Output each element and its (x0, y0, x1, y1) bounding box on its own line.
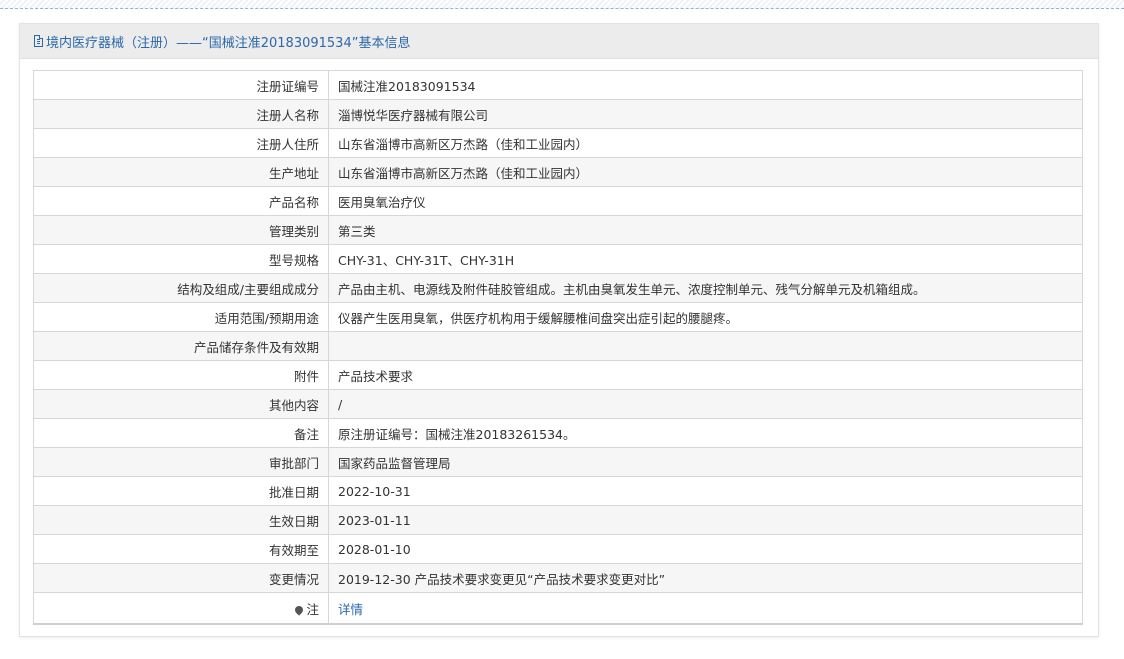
field-value: 仪器产生医用臭氧，供医疗机构用于缓解腰椎间盘突出症引起的腰腿疼。 (328, 302, 1083, 332)
field-value: 2019-12-30 产品技术要求变更见“产品技术要求变更对比” (328, 563, 1083, 593)
table-row: 生产地址 山东省淄博市高新区万杰路（佳和工业园内） (33, 157, 1083, 187)
field-value: 国家药品监督管理局 (328, 447, 1083, 477)
table-row: 其他内容 / (33, 389, 1083, 419)
field-label: 生效日期 (33, 505, 329, 535)
panel-header: 境内医疗器械（注册）——“国械注准20183091534”基本信息 (20, 24, 1098, 59)
table-row: 备注 原注册证编号：国械注准20183261534。 (33, 418, 1083, 448)
table-row: 型号规格 CHY-31、CHY-31T、CHY-31H (33, 244, 1083, 274)
table-row: 审批部门 国家药品监督管理局 (33, 447, 1083, 477)
table-row: 有效期至 2028-01-10 (33, 534, 1083, 564)
map-marker-icon (293, 604, 306, 616)
table-row: 结构及组成/主要组成成分 产品由主机、电源线及附件硅胶管组成。主机由臭氧发生单元、… (33, 273, 1083, 303)
field-label: 生产地址 (33, 157, 329, 187)
table-row: 产品名称 医用臭氧治疗仪 (33, 186, 1083, 216)
field-value: 产品技术要求 (328, 360, 1083, 390)
field-label: 变更情况 (33, 563, 329, 593)
details-link[interactable]: 详情 (338, 602, 363, 617)
field-label: 注册证编号 (33, 70, 329, 100)
table-row: 注册人名称 淄博悦华医疗器械有限公司 (33, 99, 1083, 129)
table-row: 产品储存条件及有效期 (33, 331, 1083, 361)
field-label: 批准日期 (33, 476, 329, 506)
field-label: 管理类别 (33, 215, 329, 245)
note-label: 注 (306, 601, 319, 617)
field-value: 医用臭氧治疗仪 (328, 186, 1083, 216)
field-value: 2022-10-31 (328, 476, 1083, 506)
field-value (328, 331, 1083, 361)
info-table: 注册证编号 国械注准20183091534 注册人名称 淄博悦华医疗器械有限公司 注册人… (33, 70, 1083, 625)
field-value: 淄博悦华医疗器械有限公司 (328, 99, 1083, 129)
note-value-cell: 详情 (328, 592, 1083, 625)
table-row: 适用范围/预期用途 仪器产生医用臭氧，供医疗机构用于缓解腰椎间盘突出症引起的腰腿疼… (33, 302, 1083, 332)
table-row: 注册人住所 山东省淄博市高新区万杰路（佳和工业园内） (33, 128, 1083, 158)
field-label: 有效期至 (33, 534, 329, 564)
basic-info-panel: 境内医疗器械（注册）——“国械注准20183091534”基本信息 注册证编号国… (19, 23, 1099, 637)
field-label: 附件 (33, 360, 329, 390)
field-value: 2023-01-11 (328, 505, 1083, 535)
field-value: 山东省淄博市高新区万杰路（佳和工业园内） (328, 157, 1083, 187)
field-label: 型号规格 (33, 244, 329, 274)
note-label-cell: 注 (33, 592, 329, 625)
table-row: 附件 产品技术要求 (33, 360, 1083, 390)
field-label: 审批部门 (33, 447, 329, 477)
field-label: 备注 (33, 418, 329, 448)
field-value: 山东省淄博市高新区万杰路（佳和工业园内） (328, 128, 1083, 158)
field-value: 产品由主机、电源线及附件硅胶管组成。主机由臭氧发生单元、浓度控制单元、残气分解单… (328, 273, 1083, 303)
field-label: 注册人名称 (33, 99, 329, 129)
field-value: 2028-01-10 (328, 534, 1083, 564)
field-value: / (328, 389, 1083, 419)
field-value: 第三类 (328, 215, 1083, 245)
table-row: 批准日期 2022-10-31 (33, 476, 1083, 506)
table-row: 变更情况 2019-12-30 产品技术要求变更见“产品技术要求变更对比” (33, 563, 1083, 593)
field-label: 产品名称 (33, 186, 329, 216)
table-row: 注册证编号 国械注准20183091534 (33, 70, 1083, 100)
top-dashed-rule (0, 0, 1124, 9)
field-label: 产品储存条件及有效期 (33, 331, 329, 361)
note-row: 注 详情 (33, 592, 1083, 625)
field-label: 注册人住所 (33, 128, 329, 158)
table-row: 生效日期 2023-01-11 (33, 505, 1083, 535)
field-label: 结构及组成/主要组成成分 (33, 273, 329, 303)
field-value: 国械注准20183091534 (328, 70, 1083, 100)
document-icon (34, 35, 43, 47)
field-label: 其他内容 (33, 389, 329, 419)
field-value: CHY-31、CHY-31T、CHY-31H (328, 244, 1083, 274)
field-label: 适用范围/预期用途 (33, 302, 329, 332)
panel-title: 境内医疗器械（注册）——“国械注准20183091534”基本信息 (46, 35, 411, 51)
field-value: 原注册证编号：国械注准20183261534。 (328, 418, 1083, 448)
table-row: 管理类别 第三类 (33, 215, 1083, 245)
